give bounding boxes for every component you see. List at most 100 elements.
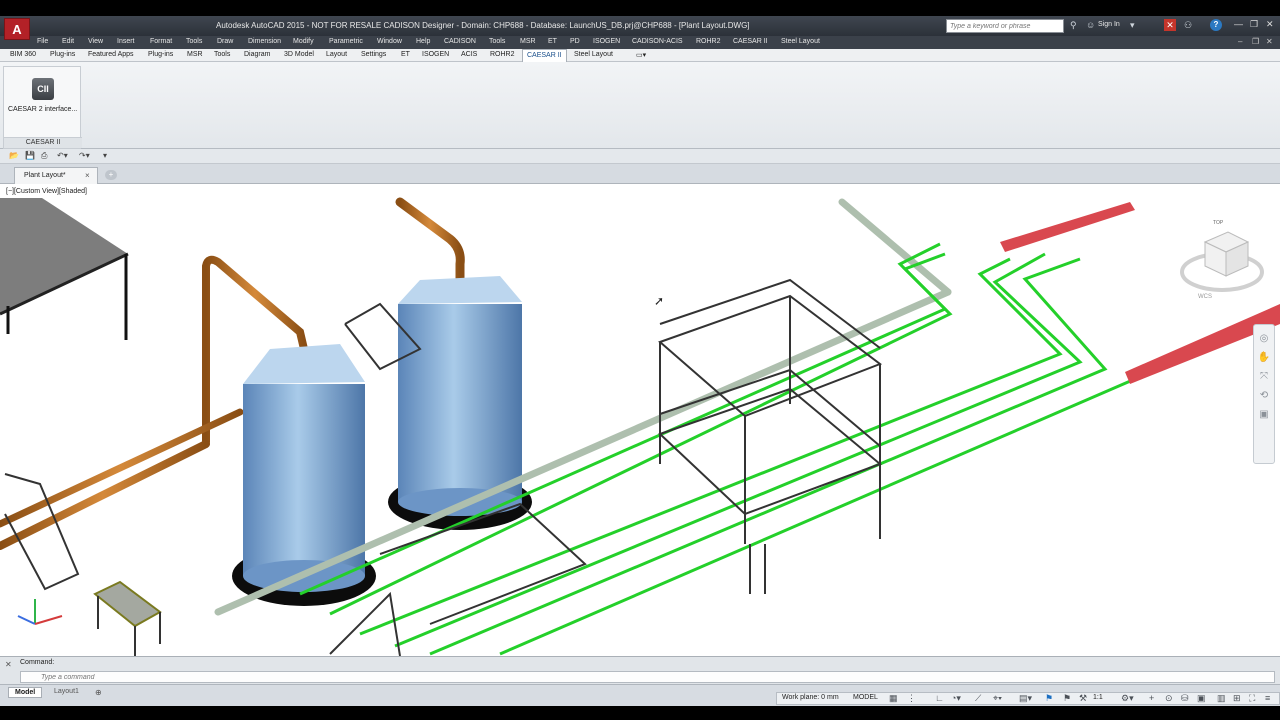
clean-screen-icon[interactable]: ▣	[1197, 693, 1206, 704]
annotation-visibility-icon[interactable]: ⚑	[1045, 693, 1053, 704]
annotation-scale-icon[interactable]: ⚒	[1079, 693, 1087, 704]
lineweight-icon[interactable]: ▤▾	[1019, 693, 1032, 704]
menu-et[interactable]: ET	[548, 38, 557, 45]
close-command-icon[interactable]: ✕	[5, 660, 12, 669]
menu-rohr2[interactable]: ROHR2	[696, 38, 721, 45]
close-tab-icon[interactable]: ×	[85, 171, 90, 180]
application-menu-button[interactable]: A	[4, 18, 30, 40]
steering-wheel-icon[interactable]: ◎	[1254, 333, 1274, 344]
ribbon-tab-rohr2[interactable]: ROHR2	[490, 51, 515, 58]
binoculars-icon[interactable]: ⚲	[1070, 20, 1077, 31]
menu-caesar-ii[interactable]: CAESAR II	[733, 38, 768, 45]
isodraft-icon[interactable]: ⟋	[975, 693, 981, 704]
doc-close-icon[interactable]: ✕	[1266, 37, 1273, 46]
menu-insert[interactable]: Insert	[117, 38, 135, 45]
redo-icon[interactable]: ↷▾	[79, 151, 90, 160]
ribbon-tab-settings[interactable]: Settings	[361, 51, 386, 58]
pan-icon[interactable]: ✋	[1254, 352, 1274, 363]
menu-pd[interactable]: PD	[570, 38, 580, 45]
ribbon-tab-3d-model[interactable]: 3D Model	[284, 51, 314, 58]
help-search-input[interactable]	[946, 19, 1064, 33]
ribbon-tab-msr[interactable]: MSR	[187, 51, 203, 58]
viewcube-top-label[interactable]: TOP	[1213, 220, 1223, 226]
ribbon-tab-plugins-2[interactable]: Plug-ins	[148, 51, 173, 58]
menu-cadison-acis[interactable]: CADISON-ACIS	[632, 38, 683, 45]
ribbon-tab-bim360[interactable]: BIM 360	[10, 51, 36, 58]
model-space-toggle[interactable]: MODEL	[853, 694, 878, 701]
viewport-controls-label[interactable]: [−][Custom View][Shaded]	[6, 188, 87, 195]
menu-parametric[interactable]: Parametric	[329, 38, 363, 45]
restore-icon[interactable]: ❐	[1250, 19, 1258, 30]
workspace-gear-icon[interactable]: ⚙▾	[1121, 693, 1134, 704]
menu-window[interactable]: Window	[377, 38, 402, 45]
ribbon-tab-plugins[interactable]: Plug-ins	[50, 51, 75, 58]
chevron-down-icon[interactable]: ▾	[1130, 20, 1135, 31]
caesar-interface-button[interactable]: CII	[32, 78, 54, 100]
caesar-interface-label[interactable]: CAESAR 2 interface...	[8, 106, 77, 113]
menu-help[interactable]: Help	[416, 38, 430, 45]
open-icon[interactable]: 📂	[9, 151, 19, 160]
ribbon-tab-isogen[interactable]: ISOGEN	[422, 51, 449, 58]
community-icon[interactable]: ⚇	[1184, 20, 1192, 31]
menu-isogen[interactable]: ISOGEN	[593, 38, 620, 45]
wcs-menu-label[interactable]: WCS	[1198, 294, 1212, 300]
hardware-accel-icon[interactable]: ⊙	[1165, 693, 1173, 704]
menu-cadison[interactable]: CADISON	[444, 38, 476, 45]
menu-steel-layout[interactable]: Steel Layout	[781, 38, 820, 45]
autoscale-icon[interactable]: ⚑	[1063, 693, 1071, 704]
help-button[interactable]: ?	[1210, 19, 1222, 31]
close-icon[interactable]: ✕	[1266, 19, 1274, 30]
annotation-scale-value[interactable]: 1:1	[1093, 694, 1103, 701]
menu-dimension[interactable]: Dimension	[248, 38, 281, 45]
doc-restore-icon[interactable]: ❐	[1252, 37, 1259, 46]
ribbon-tab-steel-layout[interactable]: Steel Layout	[574, 51, 613, 58]
orbit-icon[interactable]: ⟲	[1254, 390, 1274, 401]
print-icon[interactable]: ⎙	[41, 151, 47, 161]
customize-status-icon[interactable]: ≡	[1265, 693, 1270, 703]
grid-icon[interactable]: ▦	[889, 693, 898, 704]
work-plane-readout[interactable]: Work plane: 0 mm	[782, 694, 839, 701]
menu-tools-2[interactable]: Tools	[489, 38, 505, 45]
snap-icon[interactable]: ⋮	[907, 693, 916, 704]
model-tab[interactable]: Model	[8, 687, 43, 698]
ribbon-tab-tools[interactable]: Tools	[214, 51, 230, 58]
menu-tools[interactable]: Tools	[186, 38, 202, 45]
save-icon[interactable]: 💾	[25, 151, 35, 160]
quickview-icon[interactable]: ⊞	[1233, 693, 1241, 704]
menu-view[interactable]: View	[88, 38, 103, 45]
osnap-icon[interactable]: ⌖▾	[993, 693, 1002, 704]
menu-file[interactable]: File	[37, 38, 48, 45]
ribbon-tab-acis[interactable]: ACIS	[461, 51, 477, 58]
command-input[interactable]	[20, 671, 1275, 683]
ribbon-tab-featured-apps[interactable]: Featured Apps	[88, 51, 134, 58]
layout1-tab[interactable]: Layout1	[48, 687, 85, 698]
showmotion-icon[interactable]: ▣	[1254, 409, 1274, 420]
ribbon-tab-caesar-ii[interactable]: CAESAR II	[522, 49, 567, 62]
undo-icon[interactable]: ↶▾	[57, 151, 68, 160]
doc-minimize-icon[interactable]: –	[1238, 37, 1242, 46]
menu-draw[interactable]: Draw	[217, 38, 233, 45]
menu-edit[interactable]: Edit	[62, 38, 74, 45]
menu-modify[interactable]: Modify	[293, 38, 314, 45]
ortho-icon[interactable]: ∟	[935, 693, 944, 703]
minimize-icon[interactable]: —	[1234, 19, 1243, 29]
ribbon-tab-layout[interactable]: Layout	[326, 51, 347, 58]
fullscreen-icon[interactable]: ⛶	[1249, 693, 1255, 704]
customize-qat-icon[interactable]: ▾	[103, 151, 107, 160]
sign-in-link[interactable]: Sign In	[1098, 21, 1120, 28]
zoom-extents-icon[interactable]: ⤧	[1254, 371, 1274, 382]
properties-icon[interactable]: ▥	[1217, 693, 1226, 704]
exchange-apps-icon[interactable]: ✕	[1164, 19, 1176, 31]
add-layout-icon[interactable]: ⊕	[95, 688, 102, 697]
ribbon-tab-diagram[interactable]: Diagram	[244, 51, 270, 58]
plus-icon[interactable]: +	[1149, 693, 1154, 703]
menu-msr[interactable]: MSR	[520, 38, 536, 45]
polar-icon[interactable]: ◔▾	[951, 693, 961, 704]
new-tab-button[interactable]: +	[105, 170, 117, 180]
ribbon-tab-et[interactable]: ET	[401, 51, 410, 58]
isolate-icon[interactable]: ⛁	[1181, 693, 1189, 704]
ribbon-minimize-icon[interactable]: ▭▾	[636, 51, 646, 59]
drawing-viewport[interactable]: [−][Custom View][Shaded] TOP WCS ➚ ◎ ✋ ⤧…	[0, 184, 1280, 656]
menu-format[interactable]: Format	[150, 38, 172, 45]
file-tab-plant-layout[interactable]: Plant Layout* ×	[14, 167, 98, 184]
